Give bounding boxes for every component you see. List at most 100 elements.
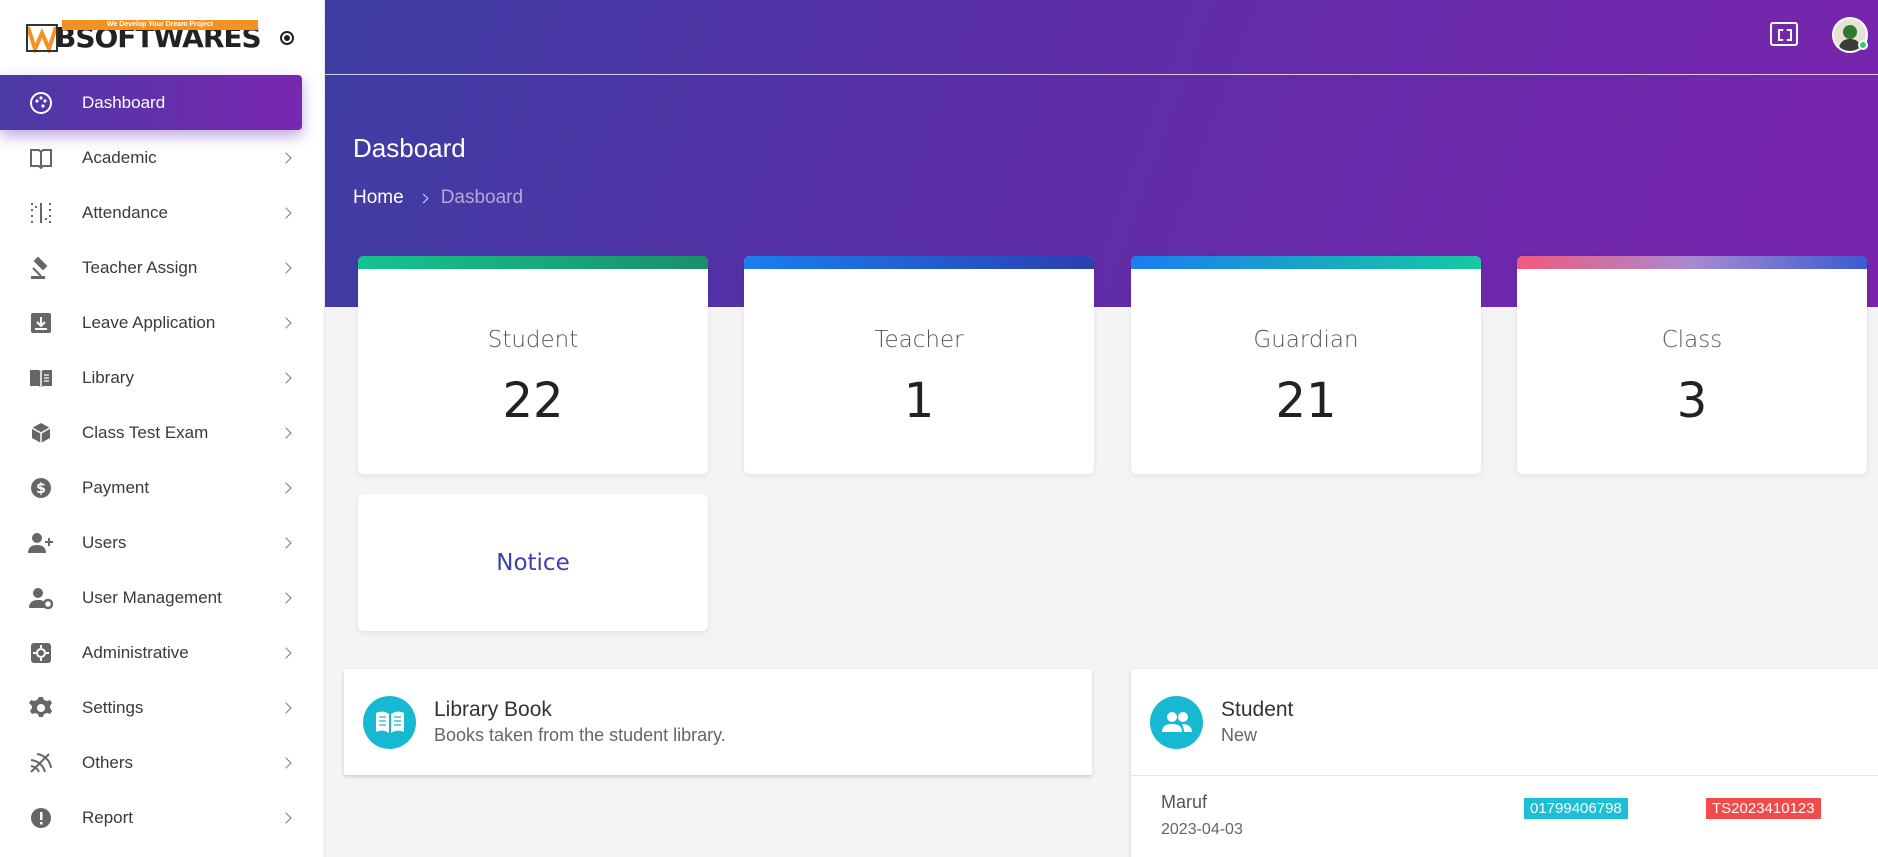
sidebar-item-label: Payment	[82, 477, 150, 497]
phone-badge: 01799406798	[1524, 798, 1628, 819]
sidebar-item-attendance[interactable]: Attendance	[0, 185, 324, 240]
chevron-right-icon	[280, 536, 292, 549]
stat-card-teacher[interactable]: Teacher 1	[744, 256, 1094, 474]
notice-label: Notice	[496, 549, 570, 576]
panel-header: Student New	[1131, 669, 1878, 775]
brand-logo[interactable]: BSOFTWARES We Develop Your Dream Project	[0, 0, 324, 75]
stat-card-label: Guardian	[1253, 327, 1359, 353]
sidebar-item-settings[interactable]: Settings	[0, 680, 324, 735]
book-open-icon	[363, 695, 416, 749]
settings-box-icon	[28, 640, 54, 666]
student-id-badge: TS2023410123	[1706, 798, 1821, 819]
chevron-right-icon	[280, 481, 292, 494]
chevron-right-icon	[280, 756, 292, 769]
breadcrumb: Home Dasboard	[353, 187, 523, 209]
breadcrumb-home[interactable]: Home	[353, 187, 404, 209]
grid-dots-icon	[28, 200, 54, 226]
avatar-face	[1843, 25, 1857, 39]
breadcrumb-current: Dasboard	[440, 187, 524, 208]
sidebar-item-library[interactable]: Library	[0, 350, 324, 405]
signal-icon	[28, 750, 54, 776]
alert-circle-icon	[28, 805, 54, 831]
stat-card-label: Teacher	[874, 327, 964, 353]
sidebar-item-users[interactable]: Users	[0, 515, 324, 570]
chevron-right-icon	[280, 261, 292, 274]
sidebar-item-label: Report	[82, 807, 134, 827]
sidebar-item-report[interactable]: Report	[0, 790, 324, 845]
sidebar-item-label: Settings	[82, 697, 144, 717]
panel-subtitle: New	[1221, 725, 1258, 745]
student-new-panel: Student New Maruf 2023-04-03 01799406798…	[1131, 669, 1878, 857]
chevron-right-icon	[280, 811, 292, 824]
page-title: Dasboard	[353, 133, 466, 163]
fullscreen-icon[interactable]	[1770, 22, 1798, 46]
sidebar-item-label: Leave Application	[82, 312, 216, 332]
stat-card-guardian[interactable]: Guardian 21	[1131, 256, 1481, 474]
stat-card-class[interactable]: Class 3	[1517, 256, 1867, 474]
stat-card-accent	[1131, 256, 1481, 269]
sidebar: BSOFTWARES We Develop Your Dream Project…	[0, 0, 325, 857]
sidebar-item-label: Dashboard	[82, 92, 166, 112]
sidebar-toggle-button[interactable]	[280, 31, 294, 45]
sidebar-item-class-test-exam[interactable]: Class Test Exam	[0, 405, 324, 460]
sidebar-item-others[interactable]: Others	[0, 735, 324, 790]
stat-card-accent	[1517, 256, 1867, 269]
sidebar-item-label: Administrative	[82, 642, 189, 662]
sidebar-item-label: Library	[82, 367, 134, 387]
chevron-right-icon	[280, 206, 292, 219]
stat-card-label: Student	[487, 327, 579, 353]
stat-card-value: 22	[502, 373, 564, 429]
chevron-right-icon	[280, 316, 292, 329]
sidebar-item-label: Academic	[82, 147, 157, 167]
list-item[interactable]: Maruf 2023-04-03 01799406798 TS202341012…	[1131, 775, 1878, 857]
chevron-right-icon	[280, 151, 292, 164]
book-icon	[28, 145, 54, 171]
stat-card-student[interactable]: Student 22	[358, 256, 708, 474]
stat-card-value: 21	[1275, 373, 1337, 429]
brand-tagline: We Develop Your Dream Project	[62, 20, 258, 30]
sidebar-item-administrative[interactable]: Administrative	[0, 625, 324, 680]
sidebar-item-label: Teacher Assign	[82, 257, 198, 277]
dollar-icon: $	[28, 475, 54, 501]
chevron-right-icon	[280, 426, 292, 439]
book-open-icon	[28, 365, 54, 391]
gear-icon	[28, 695, 54, 721]
notice-card[interactable]: Notice	[358, 494, 708, 631]
sidebar-item-user-management[interactable]: User Management	[0, 570, 324, 625]
chevron-right-icon	[280, 371, 292, 384]
stat-card-value: 1	[903, 373, 935, 429]
sidebar-item-academic[interactable]: Academic	[0, 130, 324, 185]
panel-title: Student	[1221, 698, 1294, 721]
palette-icon	[28, 90, 54, 116]
sidebar-nav: Dashboard Academic Attendance Teacher As…	[0, 75, 324, 845]
sidebar-item-dashboard[interactable]: Dashboard	[0, 75, 302, 130]
chevron-right-icon	[280, 701, 292, 714]
sidebar-item-leave-application[interactable]: Leave Application	[0, 295, 324, 350]
sidebar-item-label: User Management	[82, 587, 222, 607]
gavel-icon	[28, 255, 54, 281]
logo-mark-icon	[26, 23, 58, 55]
chevron-right-icon	[280, 591, 292, 604]
svg-text:$: $	[36, 481, 46, 497]
user-gear-icon	[28, 585, 54, 611]
sidebar-item-label: Attendance	[82, 202, 169, 222]
panel-header: Library Book Books taken from the studen…	[344, 669, 1092, 775]
online-status-dot	[1858, 40, 1868, 50]
user-plus-icon	[28, 530, 54, 556]
chevron-right-icon	[280, 646, 292, 659]
cube-icon	[28, 420, 54, 446]
sidebar-item-label: Class Test Exam	[82, 422, 209, 442]
header-divider	[325, 74, 1878, 75]
stat-card-value: 3	[1676, 373, 1708, 429]
stat-card-accent	[744, 256, 1094, 269]
sidebar-item-label: Others	[82, 752, 134, 772]
panel-title: Library Book	[434, 698, 552, 721]
sidebar-item-teacher-assign[interactable]: Teacher Assign	[0, 240, 324, 295]
panel-subtitle: Books taken from the student library.	[434, 725, 726, 745]
inbox-download-icon	[28, 310, 54, 336]
chevron-right-icon	[418, 193, 429, 203]
sidebar-item-payment[interactable]: $ Payment	[0, 460, 324, 515]
stat-card-label: Class	[1661, 327, 1723, 353]
users-icon	[1150, 695, 1203, 749]
student-date: 2023-04-03	[1161, 821, 1243, 838]
